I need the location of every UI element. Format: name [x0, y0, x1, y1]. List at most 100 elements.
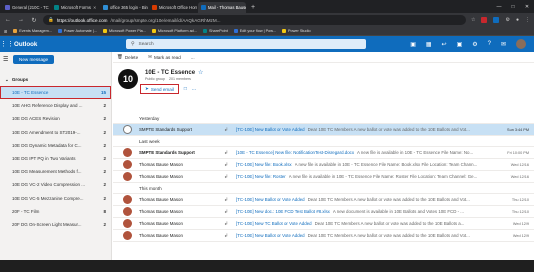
- message-subject: [TC-10E] New Ballot or Vote Added: [236, 233, 305, 238]
- profile-icon[interactable]: ●: [516, 17, 519, 23]
- message-row[interactable]: Thomas Bause Mason ↲ [TC-10E] New TC Ballo…: [113, 218, 534, 230]
- group-item[interactable]: 10E DG VC-5 Mezzanine Compre... 2: [0, 192, 111, 205]
- group-item[interactable]: 20F - TC Film 8: [0, 205, 111, 218]
- app-launcher-icon[interactable]: ⋮⋮: [0, 40, 14, 48]
- bookmark-item[interactable]: Edit your flow | Pow...: [233, 29, 276, 33]
- browser-tab[interactable]: General (210C - TC Digital Cinem✕: [2, 2, 50, 13]
- help-icon[interactable]: ?: [488, 41, 491, 47]
- message-time: Thu 12/10: [511, 197, 529, 202]
- reload-icon[interactable]: ↻: [30, 17, 38, 24]
- address-bar-row: ← → ↻ 🔒 https://outlook.office.com/mail/…: [0, 13, 534, 27]
- bookmarks-bar: ⊞ Events Managem... Power Automate |... Mi…: [0, 27, 534, 36]
- group-more-button[interactable]: ...: [192, 86, 196, 92]
- message-time: Wed 12/9: [512, 221, 529, 226]
- bookmark-item[interactable]: Events Managem...: [13, 29, 52, 33]
- section-this-month: This month: [113, 183, 534, 194]
- menu-icon[interactable]: ⋮: [525, 17, 530, 23]
- bookmark-favicon-icon: [13, 29, 18, 33]
- group-item[interactable]: 10E DG VC-2 Video Compression ... 2: [0, 178, 111, 191]
- minimize-icon[interactable]: —: [492, 4, 506, 10]
- message-time: Wed 12/9: [512, 233, 529, 238]
- reply-arrow-icon: ↲: [224, 149, 229, 156]
- extension-icon[interactable]: [481, 17, 488, 23]
- group-members[interactable]: 201 members: [169, 77, 191, 81]
- trash-icon: 🗑: [117, 54, 123, 59]
- skype-icon[interactable]: ▣: [410, 41, 416, 48]
- close-window-icon[interactable]: ✕: [520, 4, 534, 10]
- teams-icon[interactable]: ▦: [426, 41, 432, 48]
- search-input[interactable]: ⚲ Search: [126, 39, 366, 49]
- url-field[interactable]: 🔒 https://outlook.office.com/mail/group/…: [43, 15, 466, 25]
- close-tab-icon[interactable]: ✕: [93, 5, 96, 10]
- group-item[interactable]: 20F DG On-Screen Light Measur... 2: [0, 218, 111, 231]
- browser-tab-bar: General (210C - TC Digital Cinem✕Microso…: [0, 0, 534, 13]
- puzzle-icon[interactable]: ⚙: [505, 17, 509, 23]
- bookmark-item[interactable]: SharePoint: [202, 29, 228, 33]
- group-name: 10E AHG Reference Display and ...: [12, 103, 83, 109]
- feedback-icon[interactable]: ↩: [442, 41, 447, 48]
- tab-label: Microsoft Forms: [61, 5, 92, 10]
- message-subject: [TC-10E] New doc.: 10E FCD Test Ballot #…: [236, 209, 330, 214]
- bookmark-item[interactable]: Power Studio: [282, 29, 311, 33]
- unread-count: 2: [103, 116, 106, 122]
- hamburger-menu-icon[interactable]: ☰: [3, 56, 9, 63]
- group-item[interactable]: 10E AHG Reference Display and ... 2: [0, 99, 111, 112]
- settings-gear-icon[interactable]: ⚙: [472, 41, 477, 48]
- sender-avatar: [123, 160, 132, 169]
- bookmark-label: Events Managem...: [19, 29, 52, 33]
- forward-icon[interactable]: →: [17, 17, 25, 23]
- user-avatar[interactable]: [516, 39, 526, 49]
- megaphone-icon[interactable]: ✉: [501, 41, 506, 48]
- bookmark-label: Microsoft Power Pla...: [108, 29, 146, 33]
- calendar-icon[interactable]: ▣: [457, 41, 463, 48]
- message-row[interactable]: Thomas Bause Mason ↲ [TC-10E] New doc.: 10…: [113, 206, 534, 218]
- group-item[interactable]: 10E DG Measurement Methods f... 2: [0, 165, 111, 178]
- message-time: Wed 12/16: [510, 174, 529, 179]
- back-icon[interactable]: ←: [4, 17, 12, 23]
- message-row[interactable]: Thomas Bause Mason ↲ [TC-10E] New file: Ro…: [113, 171, 534, 183]
- browser-tab[interactable]: Microsoft Office Home✕: [149, 2, 197, 13]
- url-path: /mail/group/smpte.org/10e/email/id/AAQkA…: [110, 17, 221, 23]
- favorite-star-icon[interactable]: ☆: [198, 69, 203, 76]
- bookmark-item[interactable]: Microsoft Power Pla...: [102, 29, 146, 33]
- group-item[interactable]: 10E DG IPT PQ in Two Variants 2: [0, 152, 111, 165]
- unread-count: 2: [103, 169, 106, 175]
- bookmark-label: Edit your flow | Pow...: [239, 29, 276, 33]
- select-circle-icon[interactable]: [123, 125, 132, 134]
- extension-icon[interactable]: [493, 17, 500, 23]
- message-preview: Dear 10E TC Members A new ballot or vote…: [307, 127, 470, 132]
- groups-header[interactable]: ⌄ Groups: [0, 73, 111, 86]
- message-row[interactable]: Thomas Bause Mason ↲ [TC-10E] New file: Bo…: [113, 159, 534, 171]
- new-message-button[interactable]: New message: [13, 55, 55, 64]
- message-sender: Thomas Bause Mason: [139, 174, 183, 179]
- send-icon: ➤: [145, 86, 149, 91]
- mark-read-button[interactable]: ✉ Mark as read: [148, 54, 181, 60]
- send-email-button[interactable]: ➤ Send email: [140, 84, 179, 94]
- bookmark-item[interactable]: Power Automate |...: [57, 29, 97, 33]
- browser-tab[interactable]: office 365 login - Bing✕: [100, 2, 148, 13]
- delete-button[interactable]: 🗑 Delete: [117, 54, 138, 60]
- group-item[interactable]: 10E DG Amendment to ST2019-... 2: [0, 126, 111, 139]
- message-row[interactable]: Thomas Bause Mason ↲ [TC-10E] New Ballot o…: [113, 230, 534, 242]
- star-icon[interactable]: ☆: [471, 17, 475, 23]
- browser-tab[interactable]: Mail - Thomas Bause Mason - O✕: [198, 2, 246, 13]
- group-item[interactable]: 10E DG Dynamic Metadata for C... 2: [0, 139, 111, 152]
- group-item[interactable]: 10E DG ACES Revision 2: [0, 112, 111, 125]
- unread-count: 2: [103, 129, 106, 135]
- maximize-icon[interactable]: □: [506, 4, 520, 10]
- app-name: Outlook: [14, 40, 38, 48]
- more-commands-button[interactable]: ...: [191, 55, 195, 60]
- message-row[interactable]: Thomas Bause Mason ↲ [TC-10E] New Ballot o…: [113, 194, 534, 206]
- new-tab-button[interactable]: +: [247, 2, 259, 13]
- message-subject: [TC-10E] New file: Roster: [236, 174, 286, 179]
- apps-icon[interactable]: ⊞: [4, 29, 7, 34]
- message-sender: Thomas Bause Mason: [139, 233, 183, 238]
- files-icon[interactable]: □: [184, 86, 187, 92]
- bookmark-item[interactable]: Microsoft Platform ad...: [151, 29, 197, 33]
- browser-tab[interactable]: Microsoft Forms ✕: [51, 2, 99, 13]
- message-row[interactable]: SMPTE Standards Support ↲ [TC-10E] New Bal…: [113, 124, 534, 136]
- bookmark-favicon-icon: [282, 29, 286, 33]
- group-item[interactable]: 10E - TC Essence 15: [0, 86, 111, 100]
- message-row[interactable]: SMPTE Standards Support ↲ [10E - TC Essenc…: [113, 147, 534, 159]
- taskbar: [0, 260, 534, 272]
